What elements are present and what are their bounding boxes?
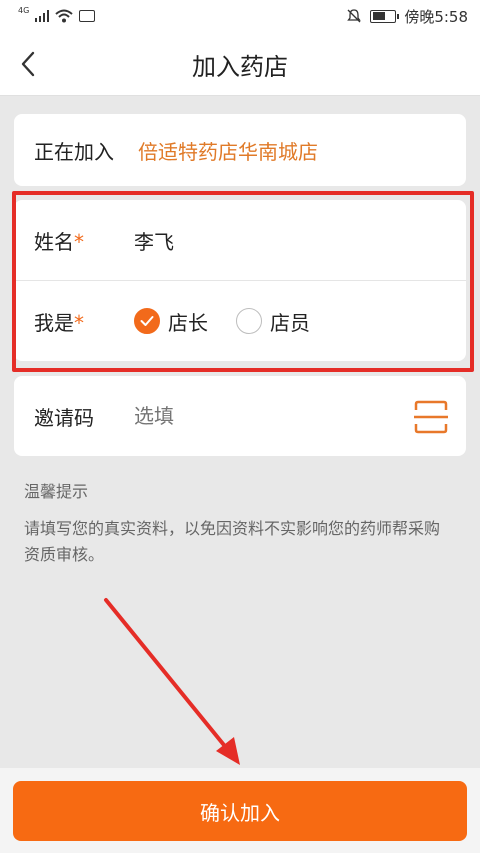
tips-section: 温馨提示 请填写您的真实资料，以免因资料不实影响您的药师帮采购资质审核。 [24,478,454,568]
confirm-join-button[interactable]: 确认加入 [13,781,467,841]
nav-bar: 加入药店 [0,32,480,96]
joining-label: 正在加入 [34,139,114,164]
joining-store-row: 正在加入 倍适特药店华南城店 [14,114,466,186]
invite-label: 邀请码 [34,405,94,430]
scan-button[interactable] [414,400,448,434]
signal-icon [35,10,50,22]
wifi-icon [55,9,73,23]
battery-icon [370,9,400,23]
back-button[interactable] [10,46,46,82]
invite-card: 邀请码 [14,376,466,456]
invite-code-input[interactable] [134,404,374,428]
status-right: 傍晚5:58 [346,6,468,27]
tips-text: 请填写您的真实资料，以免因资料不实影响您的药师帮采购资质审核。 [24,519,441,564]
joining-store-card: 正在加入 倍适特药店华南城店 [14,114,466,186]
network-type: 4G [18,6,30,15]
page-title: 加入药店 [192,52,288,81]
invite-row: 邀请码 [14,376,466,456]
status-bar: 4G 傍晚5:58 [0,0,480,32]
status-time: 傍晚5:58 [404,7,468,26]
status-left: 4G [18,6,96,23]
tips-title: 温馨提示 [24,482,89,501]
notification-app-icon [79,10,96,22]
highlight-annotation [12,191,474,372]
chevron-left-icon [21,51,35,77]
mute-bell-icon [347,9,362,23]
store-name: 倍适特药店华南城店 [138,139,318,164]
scan-icon [414,400,448,434]
